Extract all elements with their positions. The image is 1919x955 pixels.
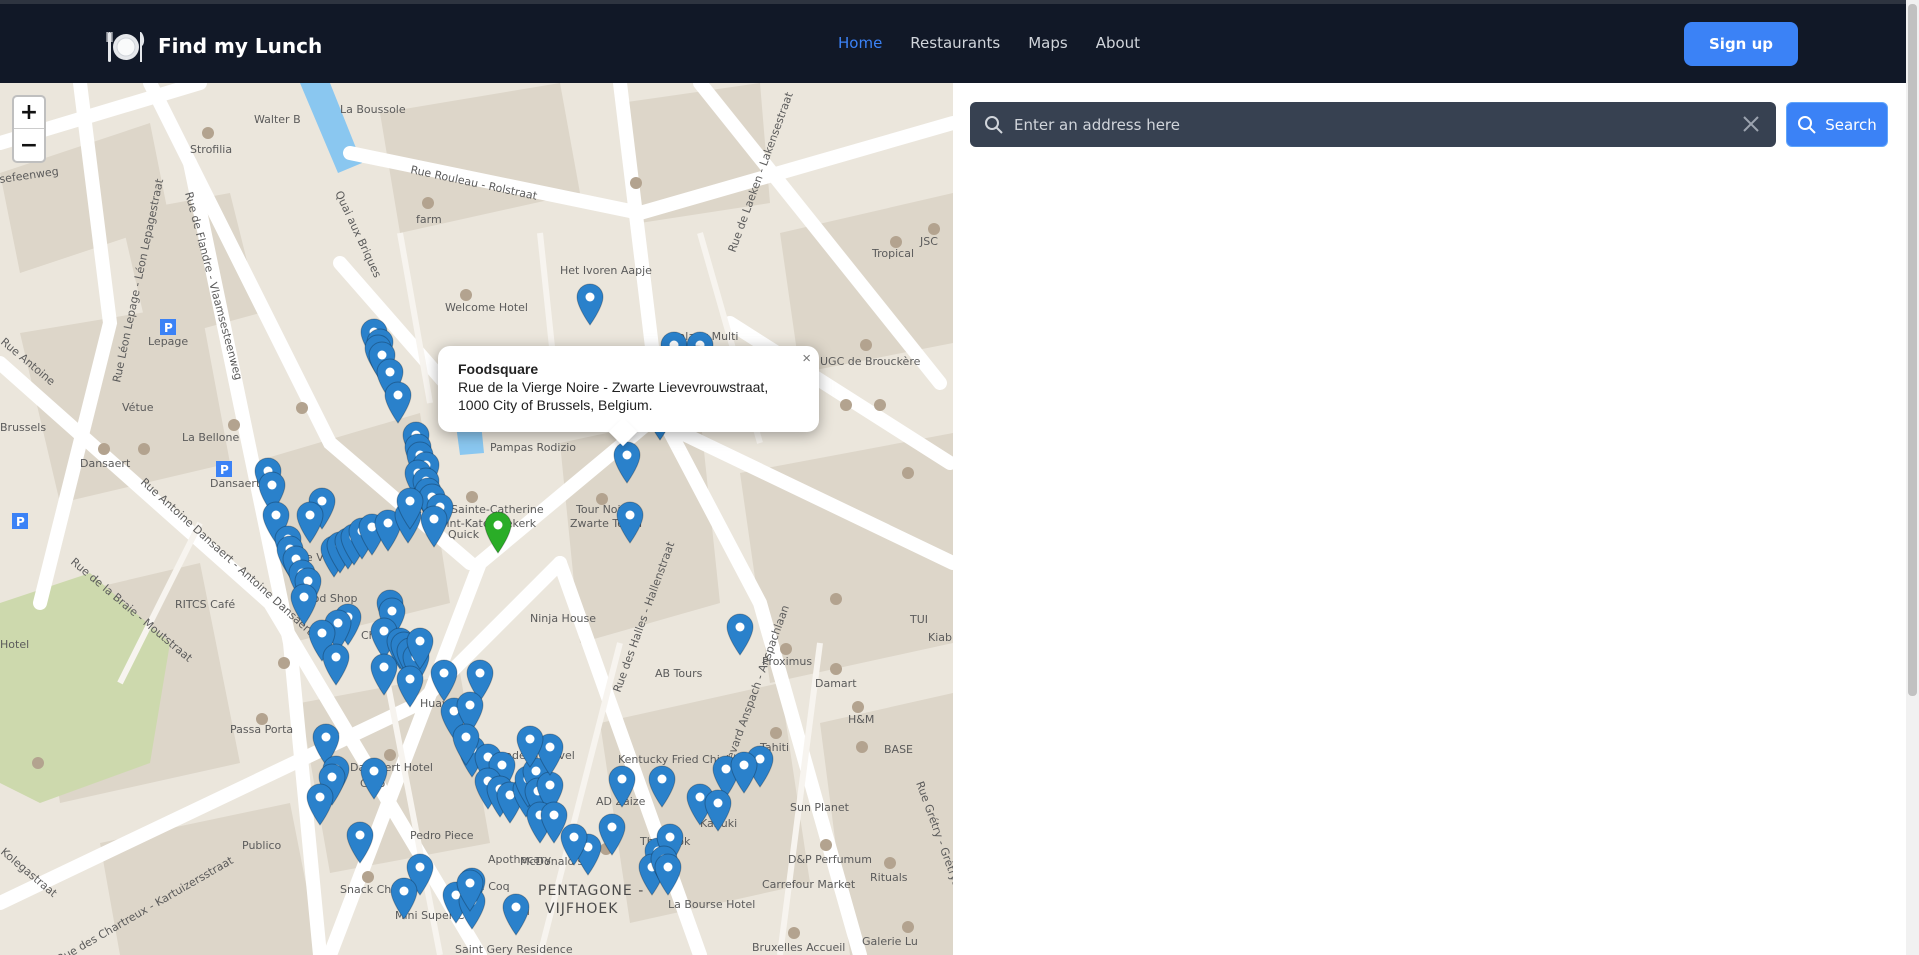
signup-button[interactable]: Sign up [1684,22,1798,66]
scrollbar-thumb[interactable] [1908,4,1917,696]
popup-close-button[interactable]: × [802,350,811,368]
navbar: Find my Lunch Home Restaurants Maps Abou… [0,4,1906,83]
restaurant-marker[interactable] [390,877,418,920]
restaurant-marker[interactable] [730,751,758,794]
clear-icon[interactable] [1742,115,1760,133]
restaurant-marker[interactable] [420,505,448,548]
plate-cutlery-icon [106,32,145,62]
restaurant-marker[interactable] [290,583,318,626]
restaurant-marker[interactable] [704,789,732,832]
brand[interactable]: Find my Lunch [106,26,322,66]
current-location-marker[interactable] [484,511,512,554]
restaurant-marker[interactable] [384,381,412,424]
restaurant-marker[interactable] [598,813,626,856]
restaurant-marker[interactable] [396,665,424,708]
results-panel [953,83,1906,955]
page-scrollbar[interactable] [1906,0,1919,955]
search-button-label: Search [1825,115,1877,134]
restaurant-marker[interactable] [322,643,350,686]
search-icon [985,116,1003,134]
brand-name: Find my Lunch [158,34,323,58]
nav-maps[interactable]: Maps [1028,34,1067,52]
restaurant-marker[interactable] [648,765,676,808]
map-view[interactable]: La Boussole Walter B Strofilia sefeenweg… [0,83,953,955]
nav-about[interactable]: About [1096,34,1140,52]
address-input[interactable] [1014,102,1714,147]
restaurant-marker[interactable] [726,613,754,656]
marker-layer [254,283,774,936]
popup-address-line2: 1000 City of Brussels, Belgium. [458,397,653,413]
selected-restaurant-marker[interactable] [613,441,641,484]
popup-address-line1: Rue de la Vierge Noire - Zwarte Lievevro… [458,379,769,395]
search-icon [1798,115,1816,134]
nav-home[interactable]: Home [838,34,882,52]
nav-restaurants[interactable]: Restaurants [910,34,1000,52]
restaurant-marker[interactable] [430,659,458,702]
popup-title: Foodsquare [458,361,539,377]
restaurant-marker[interactable] [502,893,530,936]
main-nav: Home Restaurants Maps About [838,34,1168,52]
restaurant-marker[interactable] [346,821,374,864]
address-search-bar [970,102,1776,147]
restaurant-marker[interactable] [370,653,398,696]
restaurant-marker[interactable] [608,765,636,808]
restaurant-marker[interactable] [360,757,388,800]
search-button[interactable]: Search [1786,102,1888,147]
restaurant-marker[interactable] [654,853,682,896]
restaurant-marker[interactable] [576,283,604,326]
restaurant-marker[interactable] [306,783,334,826]
restaurant-marker[interactable] [616,501,644,544]
restaurant-popup: × Foodsquare Rue de la Vierge Noire - Zw… [438,346,819,447]
